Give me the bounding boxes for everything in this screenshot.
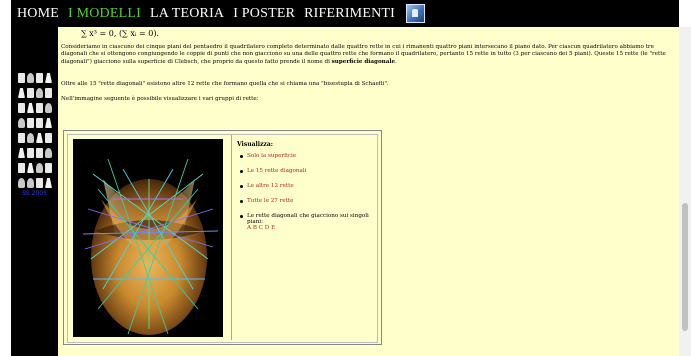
visualization-options-panel: Visualizza: Solo la superficie Le 15 ret… xyxy=(231,135,377,340)
option-surface-only[interactable]: Solo la superficie xyxy=(240,153,377,168)
formula: ∑ x³ = 0, (∑ xᵢ = 0). xyxy=(81,29,159,38)
scrollbar-thumb[interactable] xyxy=(682,203,688,331)
model-thumbnail[interactable] xyxy=(18,148,25,158)
model-thumbnail[interactable] xyxy=(18,163,25,173)
plane-links: A B C D E xyxy=(247,225,275,231)
model-thumbnail[interactable] xyxy=(27,163,34,173)
model-thumbnail[interactable] xyxy=(27,88,34,98)
nav-la-teoria[interactable]: LA TEORIA xyxy=(150,6,224,22)
plane-d-link[interactable]: D xyxy=(265,225,270,231)
model-thumbnail[interactable] xyxy=(36,73,43,83)
model-thumbnail[interactable] xyxy=(18,88,25,98)
paragraph-visualize-intro: Nell'immagine seguente è possibile visua… xyxy=(61,96,259,102)
nav-i-modelli[interactable]: I MODELLI xyxy=(68,6,141,22)
model-thumbnail[interactable] xyxy=(18,178,25,188)
plane-a-link[interactable]: A xyxy=(247,225,251,231)
option-other-12-lines[interactable]: Le altre 12 rette xyxy=(240,183,377,198)
model-thumbnail[interactable] xyxy=(45,178,52,188)
option-15-diagonal-lines[interactable]: Le 15 rette diagonali xyxy=(240,168,377,183)
sidebar-code-link[interactable]: SS 2005 xyxy=(11,190,58,197)
model-thumbnail[interactable] xyxy=(36,118,43,128)
clebsch-surface-image xyxy=(73,139,223,337)
nav-i-poster[interactable]: I POSTER xyxy=(233,6,295,22)
model-thumbnail[interactable] xyxy=(36,103,43,113)
model-thumbnail[interactable] xyxy=(36,133,43,143)
model-thumbnail[interactable] xyxy=(18,133,25,143)
nav-menu: HOME I MODELLI LA TEORIA I POSTER RIFERI… xyxy=(17,4,426,23)
option-all-27-lines[interactable]: Tutte le 27 rette xyxy=(240,198,377,213)
model-thumbnails xyxy=(18,73,54,193)
vertical-scrollbar[interactable] xyxy=(679,27,691,356)
model-thumbnail[interactable] xyxy=(27,103,34,113)
model-thumbnail[interactable] xyxy=(27,133,34,143)
model-sidebar: SS 2005 xyxy=(11,27,58,356)
model-thumbnail[interactable] xyxy=(45,163,52,173)
page-margin xyxy=(0,0,11,356)
top-navigation-bar: HOME I MODELLI LA TEORIA I POSTER RIFERI… xyxy=(11,0,679,27)
model-thumbnail[interactable] xyxy=(36,163,43,173)
model-thumbnail[interactable] xyxy=(18,118,25,128)
planes-label: Le rette diagonali che giacciono sui sin… xyxy=(247,213,369,225)
plane-b-link[interactable]: B xyxy=(253,225,257,231)
visualization-box: Visualizza: Solo la superficie Le 15 ret… xyxy=(63,130,382,345)
paragraph-schaefli: Oltre alle 15 "rette diagonali" esistono… xyxy=(61,81,389,87)
plane-c-link[interactable]: C xyxy=(259,225,263,231)
nav-home[interactable]: HOME xyxy=(17,6,59,22)
model-thumbnail[interactable] xyxy=(45,148,52,158)
paragraph-diagonal-lines: Consideriamo in ciascuno dei cinque pian… xyxy=(61,44,674,66)
model-thumbnail[interactable] xyxy=(45,103,52,113)
plane-e-link[interactable]: E xyxy=(271,225,275,231)
model-thumbnail[interactable] xyxy=(27,178,34,188)
diagonal-surface-term: superficie diagonale xyxy=(331,58,396,65)
model-thumbnail[interactable] xyxy=(45,73,52,83)
visualize-options-list: Solo la superficie Le 15 rette diagonali… xyxy=(240,153,377,231)
model-thumbnail[interactable] xyxy=(45,133,52,143)
model-thumbnail[interactable] xyxy=(36,178,43,188)
model-thumbnail[interactable] xyxy=(27,118,34,128)
model-thumbnail[interactable] xyxy=(18,103,25,113)
model-thumbnail[interactable] xyxy=(45,88,52,98)
model-thumbnail[interactable] xyxy=(27,148,34,158)
option-lines-by-plane: Le rette diagonali che giacciono sui sin… xyxy=(240,213,377,231)
model-thumbnail[interactable] xyxy=(18,73,25,83)
visualization-frame: Visualizza: Solo la superficie Le 15 ret… xyxy=(67,134,378,343)
model-thumbnail[interactable] xyxy=(36,148,43,158)
model-thumbnail[interactable] xyxy=(45,118,52,128)
model-thumbnail[interactable] xyxy=(36,88,43,98)
paragraph-end: . xyxy=(395,58,397,65)
site-logo-icon[interactable] xyxy=(406,4,426,23)
nav-riferimenti[interactable]: RIFERIMENTI xyxy=(304,6,395,22)
visualize-heading: Visualizza: xyxy=(237,141,273,148)
model-thumbnail[interactable] xyxy=(27,73,34,83)
main-content: ∑ x³ = 0, (∑ xᵢ = 0). Consideriamo in ci… xyxy=(58,27,679,356)
